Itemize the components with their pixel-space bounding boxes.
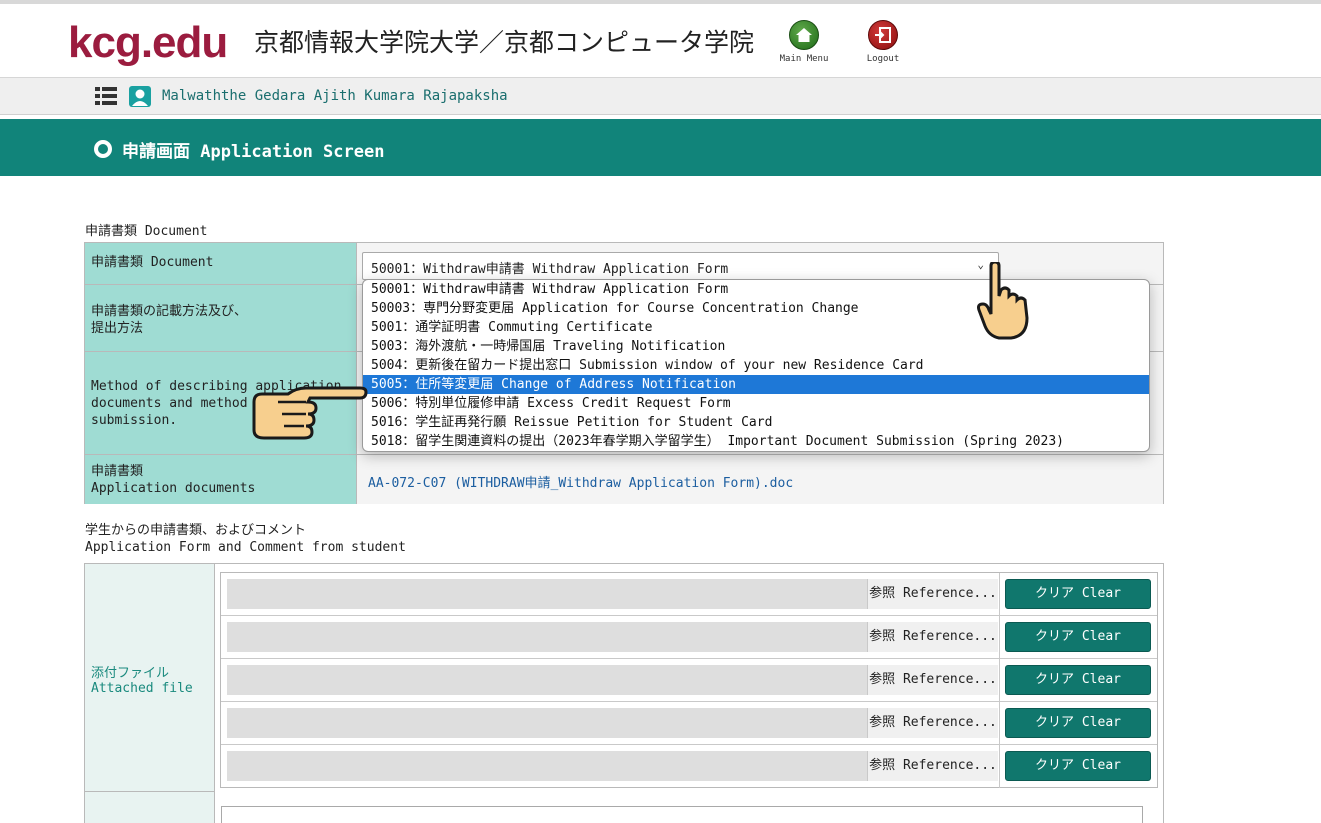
file-row: 参照 Reference... クリア Clear (221, 573, 1157, 616)
reference-button[interactable]: 参照 Reference... (867, 579, 998, 609)
attach-section-label-en: Application Form and Comment from studen… (85, 540, 406, 555)
pointing-hand-icon (248, 380, 368, 442)
document-download-link[interactable]: AA-072-C07 (WITHDRAW申請_Withdraw Applicat… (368, 472, 793, 491)
divider (999, 659, 1000, 702)
file-row: 参照 Reference... クリア Clear (221, 745, 1157, 788)
method-jp-line1: 申請書類の記載方法及び、 (91, 304, 248, 319)
user-icon (129, 86, 151, 107)
document-select[interactable]: 50001：Withdraw申請書 Withdraw Application F… (362, 252, 999, 280)
document-select-value: 50001：Withdraw申請書 Withdraw Application F… (371, 262, 729, 277)
file-path-field[interactable]: 参照 Reference... (227, 708, 998, 738)
list-menu-icon[interactable] (95, 86, 117, 106)
file-rows: 参照 Reference... クリア Clear 参照 Reference..… (220, 572, 1158, 788)
file-path-field[interactable]: 参照 Reference... (227, 665, 998, 695)
circle-bullet-icon (94, 140, 112, 158)
reference-button[interactable]: 参照 Reference... (867, 665, 998, 695)
school-name: 京都情報大学院大学／京都コンピュータ学院 (254, 28, 755, 57)
divider (999, 573, 1000, 616)
clear-button[interactable]: クリア Clear (1005, 622, 1151, 652)
attached-file-label-cell: 添付ファイル Attached file (85, 564, 215, 792)
method-jp-label: 申請書類の記載方法及び、 提出方法 (85, 285, 357, 352)
title-bar: 申請画面 Application Screen (0, 119, 1321, 176)
main-menu-label: Main Menu (779, 54, 829, 64)
dropdown-option[interactable]: 5004：更新後在留カード提出窓口 Submission window of y… (363, 356, 1149, 375)
file-path-field[interactable]: 参照 Reference... (227, 751, 998, 781)
reference-button[interactable]: 参照 Reference... (867, 622, 998, 652)
clear-button[interactable]: クリア Clear (1005, 579, 1151, 609)
file-row: 参照 Reference... クリア Clear (221, 702, 1157, 745)
attached-file-label-en: Attached file (91, 681, 193, 696)
kcg-logo[interactable]: kcg.edu (68, 18, 228, 68)
user-name: Malwaththe Gedara Ajith Kumara Rajapaksh… (162, 88, 508, 104)
dropdown-option[interactable]: 5016：学生証再発行願 Reissue Petition for Studen… (363, 413, 1149, 432)
logout-button[interactable]: Logout (853, 20, 913, 64)
clear-button[interactable]: クリア Clear (1005, 708, 1151, 738)
file-row: 参照 Reference... クリア Clear (221, 616, 1157, 659)
cursor-hand-icon (977, 260, 1032, 342)
clear-button[interactable]: クリア Clear (1005, 665, 1151, 695)
app-docs-line2: Application documents (91, 481, 256, 496)
file-path-field[interactable]: 参照 Reference... (227, 622, 998, 652)
dropdown-option[interactable]: 5006：特別単位履修申請 Excess Credit Request Form (363, 394, 1149, 413)
divider (999, 702, 1000, 745)
document-label: 申請書類 Document (91, 255, 214, 270)
clear-button[interactable]: クリア Clear (1005, 751, 1151, 781)
comment-textarea[interactable] (221, 806, 1143, 823)
header: kcg.edu 京都情報大学院大学／京都コンピュータ学院 Main Menu L… (0, 0, 1321, 78)
document-section-label: 申請書類 Document (85, 224, 208, 239)
attached-file-label-jp: 添付ファイル (91, 666, 170, 681)
comment-label-cell (85, 792, 215, 823)
logout-label: Logout (866, 54, 900, 64)
method-jp-line2: 提出方法 (91, 321, 144, 336)
home-icon (789, 20, 819, 50)
attach-section-label-jp: 学生からの申請書類、およびコメント (85, 523, 307, 538)
main-menu-button[interactable]: Main Menu (774, 20, 834, 64)
app-docs-line1: 申請書類 (91, 464, 144, 479)
application-documents-label: 申請書類 Application documents (85, 455, 357, 504)
reference-button[interactable]: 参照 Reference... (867, 751, 998, 781)
divider (999, 745, 1000, 788)
attachment-table: 添付ファイル Attached file 参照 Reference... クリア… (84, 563, 1164, 823)
logout-icon (868, 20, 898, 50)
page-title: 申請画面 Application Screen (122, 142, 385, 162)
user-bar: Malwaththe Gedara Ajith Kumara Rajapaksh… (0, 78, 1321, 115)
dropdown-option-highlighted[interactable]: 5005：住所等変更届 Change of Address Notificati… (363, 375, 1149, 394)
divider (999, 616, 1000, 659)
document-row-label: 申請書類 Document (85, 243, 357, 285)
file-row: 参照 Reference... クリア Clear (221, 659, 1157, 702)
reference-button[interactable]: 参照 Reference... (867, 708, 998, 738)
dropdown-option[interactable]: 5018：留学生関連資料の提出（2023年春学期入学留学生） Important… (363, 432, 1149, 451)
file-path-field[interactable]: 参照 Reference... (227, 579, 998, 609)
